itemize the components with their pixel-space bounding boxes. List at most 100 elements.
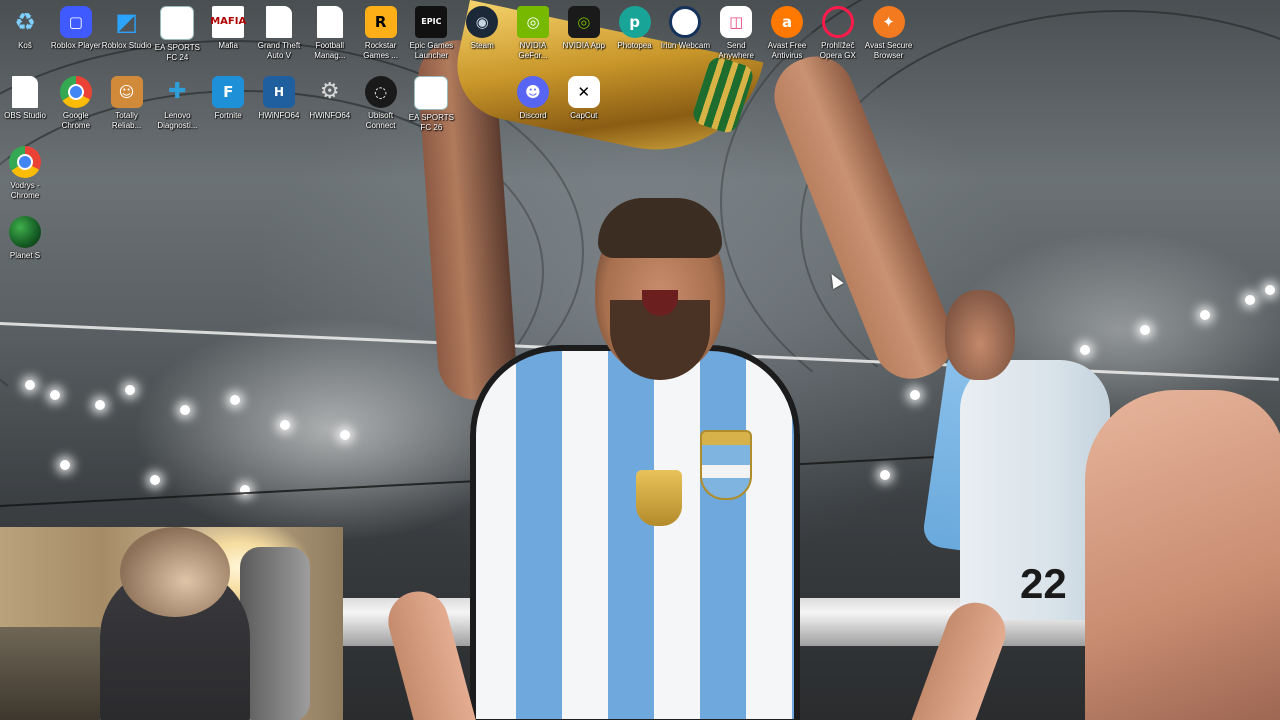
desktop-icon-label: Google Chrome (61, 111, 91, 130)
jersey-number: 22 (1020, 560, 1067, 607)
webcam-overlay (0, 527, 343, 720)
desktop-icon-ea-sports-fc24[interactable]: EA SPORTS FC 24 (152, 2, 202, 68)
desktop-icon-label: NVIDIA GeFor... (518, 41, 548, 60)
nvidia-geforce-icon: ◎ (517, 6, 549, 38)
file-icon (316, 6, 343, 38)
desktop-icon-ea-sports-fc26[interactable]: EA SPORTS FC 26 (406, 72, 456, 138)
striped-jersey (470, 345, 800, 720)
ea-sports-fc24-icon (160, 6, 195, 40)
steam-icon: ◉ (466, 6, 499, 38)
desktop-icon-hwinfo64[interactable]: H HWiNFO64 (254, 72, 304, 138)
roblox-studio-icon: ◩ (115, 8, 138, 36)
hwinfo64-icon: ⚙ (319, 79, 340, 104)
desktop-icon-label: OBS Studio (4, 111, 46, 120)
chrome-icon (59, 76, 92, 108)
desktop-icon-label: Iriun Webcam (660, 41, 710, 50)
desktop-icon-chrome[interactable]: Vodrys - Chrome (0, 142, 50, 208)
webcam-chair (240, 547, 310, 720)
lenovo-diagnostics-icon: ✚ (168, 79, 187, 104)
desktop-icon-label: Grand Theft Auto V (257, 41, 301, 60)
desktop-icon-label: Football Manag... (314, 41, 346, 60)
discord-icon: ☻ (517, 76, 549, 108)
desktop-icon-label: Ubisoft Connect (365, 111, 396, 130)
desktop-icon-discord[interactable]: ☻ Discord (508, 72, 558, 138)
avast-antivirus-icon: a (771, 6, 803, 38)
jersey-badge (636, 470, 682, 526)
desktop-icon-label: NVIDIA App (562, 41, 605, 50)
raised-arm-right (762, 45, 965, 391)
desktop-icon-ubisoft[interactable]: ◌ Ubisoft Connect (356, 72, 406, 138)
desktop-icon-planet-s[interactable]: Planet S (0, 212, 50, 278)
desktop-icon-roblox-studio[interactable]: ◩ Roblox Studio (102, 2, 152, 68)
desktop-icon-send-anywhere[interactable]: ◫ Send Anywhere (711, 2, 761, 68)
desktop-icon-label: Steam (470, 41, 494, 50)
desktop-icon-label: CapCut (570, 111, 598, 120)
desktop-icon-label: Fortnite (214, 111, 242, 120)
desktop-icon-rockstar[interactable]: R Rockstar Games ... (356, 2, 406, 68)
desktop-icon-label: Discord (519, 111, 547, 120)
desktop-icon-label: Roblox Player (50, 41, 101, 50)
desktop-icon-label: HWiNFO64 (309, 111, 351, 120)
desktop-icon-roblox-player[interactable]: ▢ Roblox Player (51, 2, 101, 68)
desktop-icon-label: Send Anywhere (718, 41, 754, 60)
desktop-icon-photopea[interactable]: p Photopea (610, 2, 660, 68)
desktop-icon-label: Planet S (9, 251, 41, 260)
desktop-icon-avast-antivirus[interactable]: a Avast Free Antivirus (762, 2, 812, 68)
roblox-player-icon: ▢ (59, 6, 92, 38)
desktop: 22 ♻ Koš ▢ Roblox Player ◩ Roblox Studio EA SP… (0, 0, 1280, 720)
capcut-icon: ✕ (567, 76, 600, 108)
desktop-icon-label: Rockstar Games ... (363, 41, 398, 60)
desktop-icon-opera-gx[interactable]: Prohlížeč Opera GX (813, 2, 863, 68)
desktop-icon-steam[interactable]: ◉ Steam (457, 2, 507, 68)
desktop-icon-label: EA SPORTS FC 24 (154, 43, 200, 62)
send-anywhere-icon: ◫ (720, 6, 753, 38)
desktop-icon-label: Photopea (617, 41, 652, 50)
desktop-icon-nvidia-app[interactable]: ◎ NVIDIA App (559, 2, 609, 68)
webcam-person-head (120, 527, 230, 617)
nvidia-app-icon: ◎ (567, 6, 600, 38)
chrome-icon (9, 146, 41, 178)
totally-reliable-icon: ☺ (110, 76, 143, 108)
desktop-icon-hwinfo64[interactable]: ⚙ HWiNFO64 (305, 72, 355, 138)
desktop-icon-label: Avast Free Antivirus (767, 41, 807, 60)
desktop-icon-file[interactable]: OBS Studio (0, 72, 50, 138)
ubisoft-icon: ◌ (364, 76, 397, 108)
desktop-icon-label: Prohlížeč Opera GX (819, 41, 856, 60)
desktop-icon-file[interactable]: Football Manag... (305, 2, 355, 68)
mafia-icon: MAFIA (210, 6, 246, 38)
ea-sports-fc26-icon (414, 76, 449, 110)
desktop-icon-file[interactable]: Grand Theft Auto V (254, 2, 304, 68)
desktop-icon-label: Mafia (218, 41, 238, 50)
desktop-icon-epic-games[interactable]: EPIC Epic Games Launcher (406, 2, 456, 68)
fortnite-icon: F (212, 76, 245, 108)
hwinfo64-icon: H (263, 76, 295, 108)
desktop-icon-label: Roblox Studio (101, 41, 152, 50)
desktop-icon-label: Koš (18, 41, 32, 50)
desktop-icon-capcut[interactable]: ✕ CapCut (559, 72, 609, 138)
epic-games-icon: EPIC (415, 6, 448, 38)
desktop-icon-mafia[interactable]: MAFIA Mafia (203, 2, 253, 68)
desktop-icon-chrome[interactable]: Google Chrome (51, 72, 101, 138)
desktop-icon-recycle-bin[interactable]: ♻ Koš (0, 2, 50, 68)
desktop-icon-label: Totally Reliab... (111, 111, 142, 130)
desktop-icon-label: Epic Games Launcher (409, 41, 454, 60)
desktop-icon-totally-reliable[interactable]: ☺ Totally Reliab... (102, 72, 152, 138)
avast-browser-icon: ✦ (872, 6, 905, 38)
desktop-icon-nvidia-geforce[interactable]: ◎ NVIDIA GeFor... (508, 2, 558, 68)
foreground-hand (1085, 390, 1280, 720)
jersey-crest (700, 430, 752, 500)
desktop-icon-label: HWiNFO64 (258, 111, 300, 120)
desktop-icon-fortnite[interactable]: F Fortnite (203, 72, 253, 138)
desktop-icon-lenovo-diagnostics[interactable]: ✚ Lenovo Diagnosti... (152, 72, 202, 138)
desktop-icon-avast-browser[interactable]: ✦ Avast Secure Browser (864, 2, 914, 68)
iriun-webcam-icon (669, 6, 702, 38)
desktop-icon-label: Lenovo Diagnosti... (157, 111, 198, 130)
desktop-icon-label: Vodrys - Chrome (10, 181, 40, 200)
recycle-bin-icon: ♻ (14, 8, 36, 36)
second-player-head (945, 290, 1015, 380)
player-hair (598, 198, 722, 258)
file-icon (266, 6, 292, 38)
desktop-icon-label: EA SPORTS FC 26 (408, 113, 454, 132)
desktop-icon-iriun-webcam[interactable]: Iriun Webcam (660, 2, 710, 68)
planet-s-icon (9, 216, 41, 248)
